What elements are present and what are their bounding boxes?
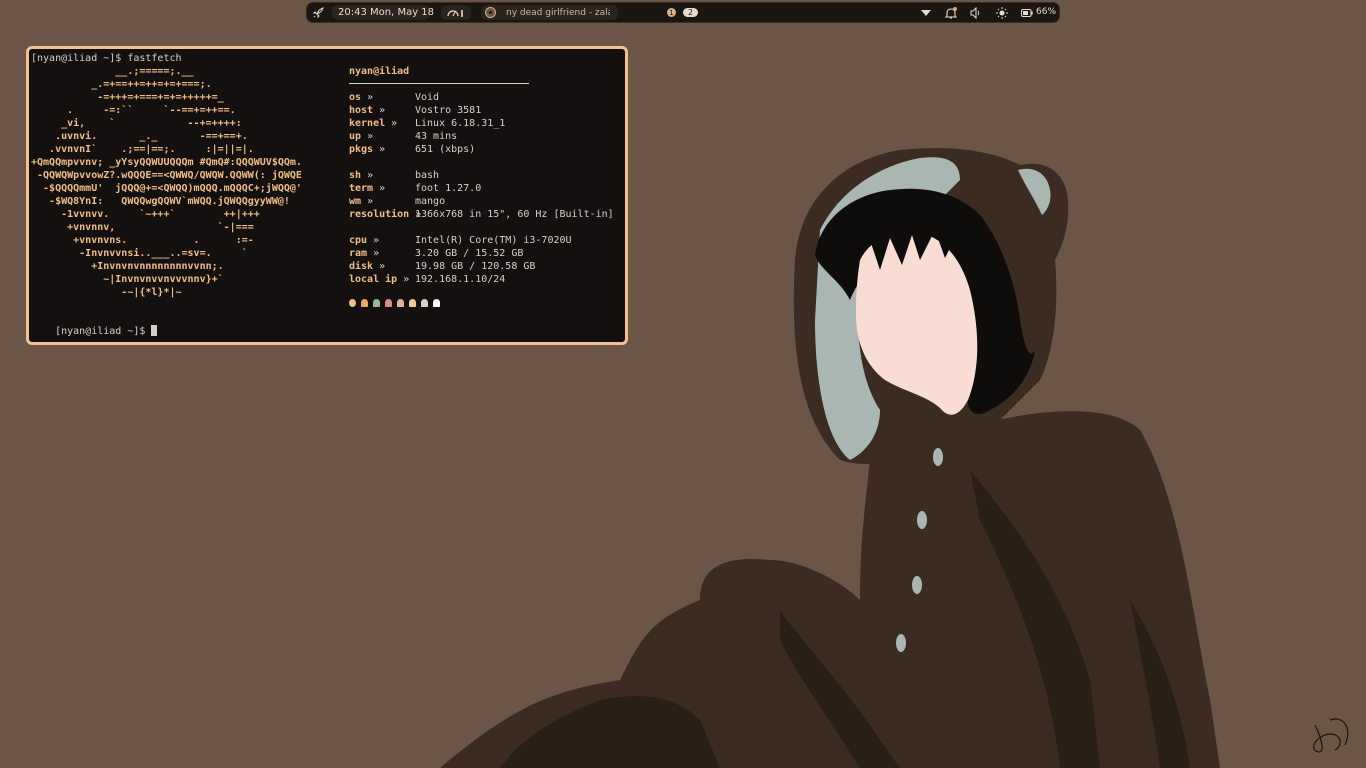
- sun-icon[interactable]: [995, 6, 1009, 20]
- ascii-logo-line: +vnvnvns. . :=-: [31, 235, 254, 246]
- color-palette: [349, 299, 445, 307]
- ascii-logo-line: -QQWQWpvvowZ?.wQQQE==<QWWQ/QWQW.QQWW(: j…: [31, 170, 302, 181]
- chevron-down-icon[interactable]: [919, 7, 933, 19]
- battery-percent: 66%: [1036, 7, 1057, 17]
- prompt-current[interactable]: [nyan@iliad ~]$: [31, 312, 158, 351]
- info-value: 3.20 GB / 15.52 GB: [415, 248, 524, 259]
- media-pill[interactable]: ny dead girlfriend - zalaku: [481, 5, 618, 20]
- info-key: ram »: [349, 248, 380, 259]
- ghost-glyph: [385, 299, 392, 307]
- info-key: pkgs »: [349, 144, 386, 155]
- info-key: os »: [349, 92, 374, 103]
- ascii-logo-line: . -=:`` `--==+=++==.: [31, 105, 236, 116]
- info-value: 1366x768 in 15", 60 Hz [Built-in]: [415, 209, 614, 220]
- rocket-icon[interactable]: [311, 6, 325, 20]
- ghost-glyph: [361, 299, 368, 307]
- text-cursor: [151, 325, 158, 336]
- ascii-logo-line: +Invnvnvnnnnnnnnvvnn;.: [31, 261, 224, 272]
- info-key: host »: [349, 105, 386, 116]
- info-key: up »: [349, 131, 374, 142]
- info-key: disk »: [349, 261, 386, 272]
- info-key: kernel »: [349, 118, 398, 129]
- ascii-logo-line: -Invnvvnsi..___..=sv=. `: [31, 248, 248, 259]
- workspace-active[interactable]: 1: [667, 8, 676, 17]
- info-value: 192.168.1.10/24: [415, 274, 506, 285]
- ascii-logo-line: -=+++=+===+=+=+++++=_: [31, 92, 224, 103]
- info-value: 651 (xbps): [415, 144, 476, 155]
- music-disc-icon: [485, 7, 496, 18]
- workspace-indicator[interactable]: 1 2: [667, 8, 699, 17]
- ascii-logo-line: +vnvnnv, `-|===: [31, 222, 254, 233]
- ghost-glyph: [409, 299, 416, 307]
- workspace-count-badge[interactable]: 2: [683, 8, 699, 17]
- top-status-bar: 20:43 Mon, May 18 ny dead girlfriend - z…: [306, 2, 1060, 23]
- info-value: Void: [415, 92, 440, 103]
- info-key: wm »: [349, 196, 374, 207]
- ascii-logo-line: -1vvnvv. `~+++` ++|+++: [31, 209, 260, 220]
- ascii-logo-line: _vi, ` --+=++++:: [31, 118, 242, 129]
- ascii-logo-line: _.=+==++=++=+=+===;.: [31, 79, 212, 90]
- ghost-glyph: [373, 299, 380, 307]
- gauge-icon: [447, 7, 465, 18]
- cpu-meter-pill[interactable]: [441, 5, 471, 20]
- clock-pill[interactable]: 20:43 Mon, May 18: [332, 5, 434, 20]
- info-key: resolution »: [349, 209, 422, 220]
- separator-line: [349, 83, 529, 84]
- ascii-logo-line: .vvnvnI` .;==|==;. :|=||=|.: [31, 144, 254, 155]
- ghost-glyph: [421, 299, 428, 307]
- ascii-logo-line: __.;=====;.__: [31, 66, 194, 77]
- ascii-logo-line: +QmQQmpvvnv; _yYsyQQWUUQQQm #QmQ#:QQQWUV…: [31, 157, 302, 168]
- ascii-logo-line: -~|{*l}*|~: [31, 287, 182, 298]
- ghost-glyph: [433, 299, 440, 307]
- info-key: sh »: [349, 170, 374, 181]
- prompt-text: [nyan@iliad ~]$: [55, 326, 152, 337]
- info-key: term »: [349, 183, 386, 194]
- media-title: ny dead girlfriend - zalaku: [506, 7, 610, 18]
- clock-text: 20:43 Mon, May 18: [338, 7, 435, 18]
- ghost-glyph: [397, 299, 404, 307]
- info-value: 19.98 GB / 120.58 GB: [415, 261, 536, 272]
- info-value: Intel(R) Core(TM) i3-7020U: [415, 235, 572, 246]
- bell-icon[interactable]: [944, 6, 958, 20]
- info-key: cpu »: [349, 235, 380, 246]
- ascii-logo-line: ~|Invnvnvvnvvvnnv}+`: [31, 274, 224, 285]
- ascii-logo-line: -$QQQQmmU' jQQQ@+=<QWQQ)mQQQ.mQQQC+;jWQQ…: [31, 183, 302, 194]
- info-value: bash: [415, 170, 440, 181]
- info-key: local ip »: [349, 274, 410, 285]
- info-value: 43 mins: [415, 131, 458, 142]
- ascii-logo-line: .uvnvi. _._ -==+==+.: [31, 131, 248, 142]
- info-value: foot 1.27.0: [415, 183, 482, 194]
- speaker-icon[interactable]: [969, 6, 983, 20]
- ascii-logo-line: -$WQ8YnI: QWQQwgQQWV`mWQQ.jQWQQgyyWW@!: [31, 196, 290, 207]
- battery-icon: [1020, 7, 1034, 19]
- terminal-window[interactable]: [nyan@iliad ~]$ fastfetch __.;=====;.__ …: [26, 46, 628, 345]
- info-value: mango: [415, 196, 446, 207]
- pacman-glyph: [349, 299, 356, 307]
- prompt-command: [nyan@iliad ~]$ fastfetch: [31, 53, 182, 64]
- info-value: Linux 6.18.31_1: [415, 118, 506, 129]
- info-value: Vostro 3581: [415, 105, 482, 116]
- user-host: nyan@iliad: [349, 66, 410, 77]
